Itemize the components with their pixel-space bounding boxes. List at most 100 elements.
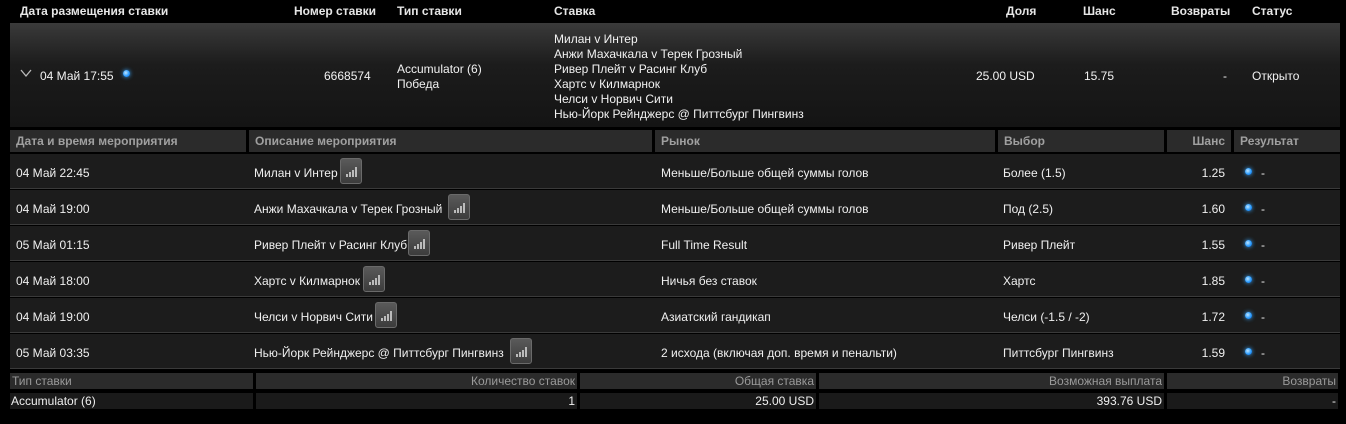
stats-button[interactable] [510, 338, 532, 364]
event-description: Милан v Интер [254, 166, 338, 180]
event-result: - [1261, 238, 1265, 252]
status-dot-icon [1245, 276, 1252, 283]
event-market: 2 исхода (включая доп. время и пенальти) [661, 346, 897, 360]
footer-returns: - [1167, 393, 1338, 409]
event-description: Ривер Плейт v Расинг Клуб [254, 238, 408, 252]
bet-date: 04 Май 17:55 [40, 69, 114, 83]
stats-bars-icon [346, 167, 357, 177]
header-bet-number: Номер ставки [294, 4, 377, 18]
status-dot-icon [123, 70, 130, 77]
event-datetime: 04 Май 18:00 [16, 274, 90, 288]
event-selection: Питтсбург Пингвинз [1003, 346, 1114, 360]
selection-line: Хартс v Килмарнок [554, 77, 660, 91]
table-row: 04 Май 18:00 Хартс v Килмарнок Ничья без… [10, 262, 1340, 297]
event-market: Меньше/Больше общей суммы голов [661, 166, 869, 180]
event-selection: Хартс [1003, 274, 1036, 288]
header-status: Статус [1252, 4, 1293, 18]
bet-selections: Милан v Интер Анжи Махачкала v Терек Гро… [554, 32, 804, 122]
table-row: 05 Май 03:35 Нью-Йорк Рейнджерс @ Питтсб… [10, 334, 1340, 369]
stats-button[interactable] [340, 158, 362, 184]
header-bet-type: Тип ставки [397, 4, 462, 18]
event-datetime: 05 Май 01:15 [16, 238, 90, 252]
event-odds: 1.59 [1201, 346, 1225, 360]
col-market: Рынок [655, 130, 995, 152]
status-dot-icon [1245, 204, 1252, 211]
selection-line: Милан v Интер [554, 32, 638, 46]
header-odds: Шанс [1083, 4, 1116, 18]
header-returns: Возвраты [1171, 4, 1231, 18]
event-selection: Челси (-1.5 / -2) [1003, 310, 1090, 324]
col-odds: Шанс [1167, 130, 1231, 152]
event-datetime: 05 Май 03:35 [16, 346, 90, 360]
event-market: Меньше/Больше общей суммы голов [661, 202, 869, 216]
col-event-description: Описание мероприятия [249, 130, 652, 152]
stats-button[interactable] [448, 194, 470, 220]
bet-type: Accumulator (6) [397, 62, 482, 76]
footer-possible-payout: 393.76 USD [819, 393, 1164, 409]
event-selection: Более (1.5) [1003, 166, 1066, 180]
event-odds: 1.72 [1201, 310, 1225, 324]
event-odds: 1.85 [1201, 274, 1225, 288]
selection-line: Анжи Махачкала v Терек Грозный [554, 47, 743, 61]
footer-col-bet-type: Тип ставки [10, 373, 253, 389]
header-bet: Ставка [554, 4, 596, 18]
selection-line: Нью-Йорк Рейнджерс @ Питтсбург Пингвинз [554, 107, 804, 121]
event-description: Анжи Махачкала v Терек Грозный [254, 202, 443, 216]
selection-line: Ривер Плейт v Расинг Клуб [554, 62, 708, 76]
stats-bars-icon [381, 311, 392, 321]
event-datetime: 04 Май 22:45 [16, 166, 90, 180]
event-odds: 1.25 [1201, 166, 1225, 180]
table-row: 04 Май 19:00 Челси v Норвич Сити Азиатск… [10, 298, 1340, 333]
footer-col-returns: Возвраты [1167, 373, 1338, 389]
event-odds: 1.60 [1201, 202, 1225, 216]
bet-outcome: Победа [397, 77, 440, 91]
bet-list-header: Дата размещения ставки Номер ставки Тип … [0, 0, 1346, 22]
event-result: - [1261, 346, 1265, 360]
event-datetime: 04 Май 19:00 [16, 202, 90, 216]
stats-bars-icon [454, 203, 465, 213]
footer-col-count: Количество ставок [256, 373, 577, 389]
event-odds: 1.55 [1201, 238, 1225, 252]
footer-count: 1 [256, 393, 577, 409]
event-market: Full Time Result [661, 238, 748, 252]
stats-button[interactable] [408, 230, 430, 256]
chevron-down-icon[interactable] [20, 68, 32, 78]
stats-bars-icon [414, 239, 425, 249]
table-row: 05 Май 01:15 Ривер Плейт v Расинг Клуб F… [10, 226, 1340, 261]
event-market: Ничья без ставок [661, 274, 757, 288]
header-stake: Доля [1006, 4, 1037, 18]
bet-odds: 15.75 [1084, 69, 1115, 83]
bet-number: 6668574 [324, 69, 371, 83]
event-result: - [1261, 166, 1265, 180]
event-selection: Под (2.5) [1003, 202, 1054, 216]
event-result: - [1261, 310, 1265, 324]
selection-line: Челси v Норвич Сити [554, 92, 673, 106]
stats-bars-icon [369, 275, 380, 285]
stats-bars-icon [516, 347, 527, 357]
status-dot-icon [1245, 312, 1252, 319]
event-description: Нью-Йорк Рейнджерс @ Питтсбург Пингвинз [254, 346, 504, 360]
footer-col-total-stake: Общая ставка [580, 373, 816, 389]
event-datetime: 04 Май 19:00 [16, 310, 90, 324]
col-selection: Выбор [998, 130, 1164, 152]
bet-status: Открыто [1252, 69, 1300, 83]
table-row: 04 Май 19:00 Анжи Махачкала v Терек Гроз… [10, 190, 1340, 225]
event-result: - [1261, 202, 1265, 216]
footer-total-stake: 25.00 USD [580, 393, 816, 409]
stats-button[interactable] [363, 266, 385, 292]
table-row: 04 Май 22:45 Милан v Интер Меньше/Больше… [10, 154, 1340, 189]
col-result: Результат [1234, 130, 1340, 152]
event-selection: Ривер Плейт [1003, 238, 1076, 252]
event-description: Хартс v Килмарнок [254, 274, 360, 288]
bet-summary-row[interactable]: 04 Май 17:55 6668574 Accumulator (6) Поб… [10, 23, 1340, 127]
col-event-datetime: Дата и время мероприятия [10, 130, 246, 152]
status-dot-icon [1245, 168, 1252, 175]
event-market: Азиатский гандикап [661, 310, 771, 324]
footer-bet-type: Accumulator (6) [10, 393, 253, 409]
bet-stake: 25.00 USD [976, 69, 1035, 83]
status-dot-icon [1245, 348, 1252, 355]
status-dot-icon [1245, 240, 1252, 247]
event-description: Челси v Норвич Сити [254, 310, 373, 324]
stats-button[interactable] [375, 302, 397, 328]
bet-returns: - [1223, 69, 1227, 83]
